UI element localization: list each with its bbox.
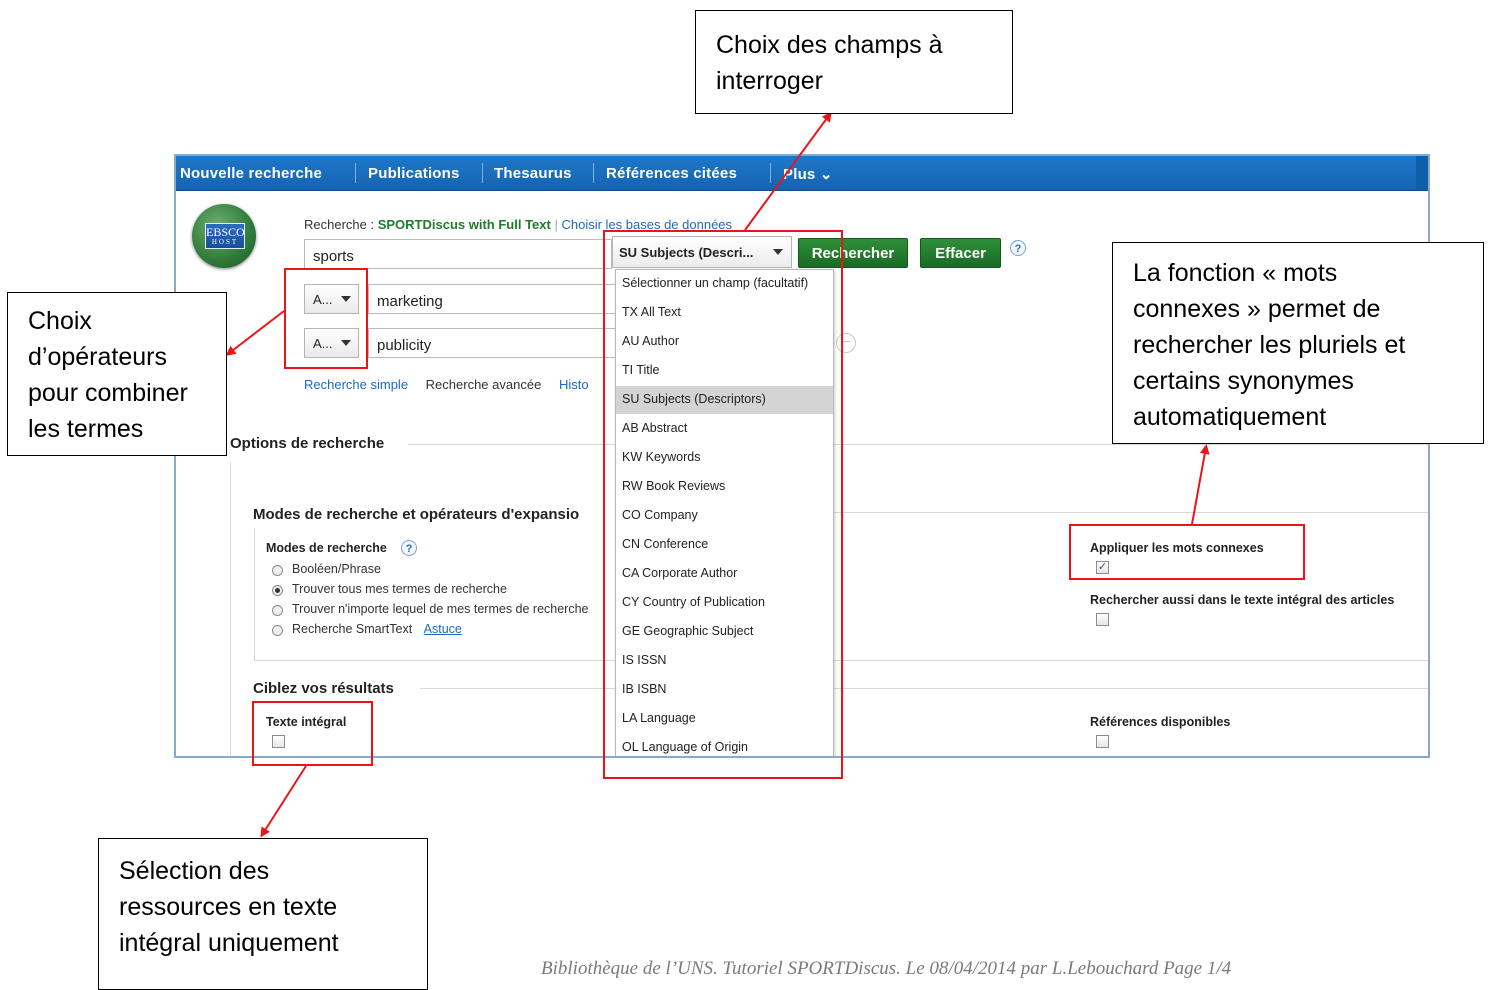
arrow-fulltext xyxy=(260,765,307,838)
callout-related-words: La fonction « mots connexes » permet de … xyxy=(1112,242,1484,444)
callout-line: rechercher les pluriels et xyxy=(1133,331,1406,359)
callout-line: les termes xyxy=(28,415,144,443)
callout-line: Choix xyxy=(28,307,92,335)
callout-line: connexes » permet de xyxy=(1133,295,1381,323)
callout-full-text: Sélection des ressources en texte intégr… xyxy=(98,838,428,990)
callout-line: pour combiner xyxy=(28,379,188,407)
arrow-operators xyxy=(225,310,285,356)
callout-operators: Choix d’opérateurs pour combiner les ter… xyxy=(7,292,227,456)
callout-line: interroger xyxy=(716,67,823,95)
callout-line: ressources en texte xyxy=(119,893,338,921)
callout-line: automatiquement xyxy=(1133,403,1327,431)
callout-fields: Choix des champs à interroger xyxy=(695,10,1013,114)
callout-line: certains synonymes xyxy=(1133,367,1354,395)
callout-line: intégral uniquement xyxy=(119,929,339,957)
callout-line: La fonction « mots xyxy=(1133,259,1338,287)
callout-line: Sélection des xyxy=(119,857,270,885)
arrow-related xyxy=(1191,444,1210,525)
page-footer: Bibliothèque de l’UNS. Tutoriel SPORTDis… xyxy=(541,958,1232,979)
arrow-fields xyxy=(744,111,832,231)
callout-line: d’opérateurs xyxy=(28,343,167,371)
callout-line: Choix des champs à xyxy=(716,31,943,59)
